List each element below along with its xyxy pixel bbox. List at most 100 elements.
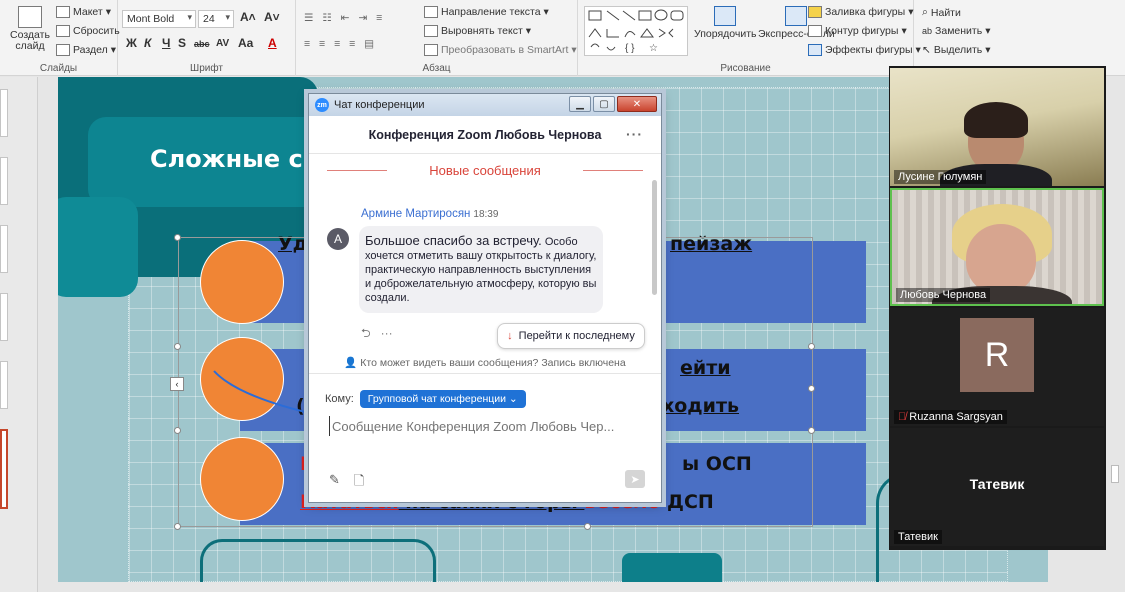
message-bubble[interactable]: Большое спасибо за встречу. Особо хочетс… [359,226,603,313]
select-button[interactable]: ↖ Выделить ▾ [922,44,991,56]
resize-handle[interactable] [174,523,181,530]
author-avatar[interactable]: A [327,228,349,250]
change-case-button[interactable]: Aa [238,36,253,50]
video-tile[interactable]: Лусине Гюлумян [890,68,1104,186]
drawing-group: { } ☆ Упорядочить Экспресс-стили Заливка… [578,0,921,76]
resize-handle[interactable] [808,343,815,350]
format-icon[interactable]: ✎ [329,472,340,494]
to-label: Кому: [325,393,354,405]
cursor-icon: ↖ [922,44,931,56]
grow-font-button[interactable]: A˄ [240,10,256,24]
shape-effects-button[interactable]: Эффекты фигуры ▾ [808,44,921,56]
chat-window-title: Чат конференции [334,99,425,111]
align-text-button[interactable]: Выровнять текст ▾ [424,25,531,37]
font-color-button[interactable]: A [268,36,277,50]
more-actions-icon[interactable]: ··· [381,326,393,340]
recipient-select[interactable]: Групповой чат конференции ⌄ [359,390,526,408]
replace-button[interactable]: ab Заменить ▾ [922,25,990,37]
vertical-scrollbar[interactable] [1109,77,1121,592]
recipient-row: Кому: Групповой чат конференции ⌄ [325,390,526,408]
express-styles-icon [785,6,808,26]
reset-button[interactable]: Сбросить [56,25,120,37]
chat-scrollbar[interactable] [652,180,657,295]
spacing-button[interactable]: AV [216,38,229,49]
message-input[interactable] [329,416,645,436]
more-options-button[interactable]: ··· [626,126,643,142]
participant-name: Татевик [894,530,942,544]
layout-button[interactable]: Макет ▾ [56,6,111,18]
resize-handle[interactable] [174,343,181,350]
close-button[interactable]: ✕ [617,96,657,112]
minimize-button[interactable]: ▁ [569,96,591,112]
slides-group-label: Слайды [39,63,78,74]
svg-text:{ }: { } [625,43,635,54]
window-controls: ▁ ▢ ✕ [569,96,657,112]
shape-outline-button[interactable]: Контур фигуры ▾ [808,25,907,37]
composer-tools: ✎ 🗋 [329,472,364,494]
slide-thumbnail[interactable] [0,225,8,273]
find-button[interactable]: ⌕ Найти [922,6,961,19]
send-button[interactable]: ➤ [625,470,645,488]
italic-button[interactable]: К [144,36,151,50]
collapse-icon[interactable]: ‹ [170,377,184,391]
resize-handle[interactable] [808,385,815,392]
resize-handle[interactable] [174,427,181,434]
new-messages-divider: Новые сообщения [309,154,661,186]
smartart-icon [424,44,438,56]
align-buttons[interactable]: ≡ ≡ ≡ ≡ ▤ [304,38,377,50]
bold-button[interactable]: Ж [126,36,137,50]
message-author-line: Армине Мартиросян 18:39 [361,208,498,220]
font-size-combo[interactable]: 24 [198,10,234,28]
jump-to-latest-button[interactable]: ↓ Перейти к последнему [497,323,645,349]
resize-handle[interactable] [584,523,591,530]
message-author[interactable]: Армине Мартиросян [361,208,470,220]
shapes-gallery[interactable]: { } ☆ [584,6,688,56]
list-buttons[interactable]: ☰ ☷ ⇤ ⇥ ≡ [304,12,385,24]
video-tile-active-speaker[interactable]: Любовь Чернова [890,188,1104,306]
search-icon: ⌕ [922,6,928,18]
new-slide-icon [18,6,42,28]
strikethrough-button[interactable]: abc [194,39,210,49]
slide-thumbnail-active[interactable] [0,429,8,509]
paragraph-group-label: Абзац [422,63,451,74]
resize-handle[interactable] [808,427,815,434]
text-direction-icon [424,6,438,18]
decor-block [622,553,722,582]
arrange-button[interactable]: Упорядочить [694,6,756,40]
shape-fill-button[interactable]: Заливка фигуры ▾ [808,6,913,18]
smartart-button[interactable]: Преобразовать в SmartArt ▾ [424,44,577,56]
file-icon[interactable]: 🗋 [354,472,364,494]
reset-icon [56,25,70,37]
muted-mic-icon: 🎙̸ [898,411,907,423]
shadow-button[interactable]: S [178,36,186,50]
chat-titlebar[interactable]: zm Чат конференции ▁ ▢ ✕ [309,94,661,116]
slide-thumbnail[interactable] [0,157,8,205]
participant-name: Любовь Чернова [896,288,991,302]
video-gallery: Лусине Гюлумян Любовь Чернова R 🎙̸ Ruzann… [889,66,1106,550]
underline-button[interactable]: Ч [162,36,170,50]
visibility-note[interactable]: 👤 Кто может видеть ваши сообщения? Запис… [309,356,661,374]
slide-title[interactable]: Сложные сл [150,145,320,173]
maximize-button[interactable]: ▢ [593,96,615,112]
drawing-group-label: Рисование [720,63,771,74]
send-icon: ➤ [630,473,640,486]
slide-thumbnail[interactable] [0,293,8,341]
scroll-thumb[interactable] [1111,465,1119,483]
resize-handle[interactable] [174,234,181,241]
slide-thumbnail[interactable] [0,361,8,409]
video-tile[interactable]: R 🎙̸ Ruzanna Sargsyan [890,308,1104,426]
message-actions: ⮌ ··· [361,324,393,345]
paragraph-group: ☰ ☷ ⇤ ⇥ ≡ ≡ ≡ ≡ ≡ ▤ Направление текста ▾… [296,0,578,76]
reply-icon[interactable]: ⮌ [361,326,371,340]
video-tile[interactable]: Татевик Татевик [890,428,1104,546]
section-button[interactable]: Раздел ▾ [56,44,116,56]
create-slide-button[interactable]: Создать слайд [10,6,50,52]
shrink-font-button[interactable]: A˅ [264,10,280,24]
slide-thumbnail[interactable] [0,89,8,137]
text-direction-button[interactable]: Направление текста ▾ [424,6,549,18]
font-group: Mont Bold 24 A˄ A˅ Ж К Ч S abc AV Aa A Ш… [118,0,296,76]
message-time: 18:39 [473,209,499,220]
pencil-icon [808,25,822,37]
slides-group: Создать слайд Макет ▾ Сбросить Раздел ▾ … [0,0,120,76]
font-name-combo[interactable]: Mont Bold [122,10,196,28]
